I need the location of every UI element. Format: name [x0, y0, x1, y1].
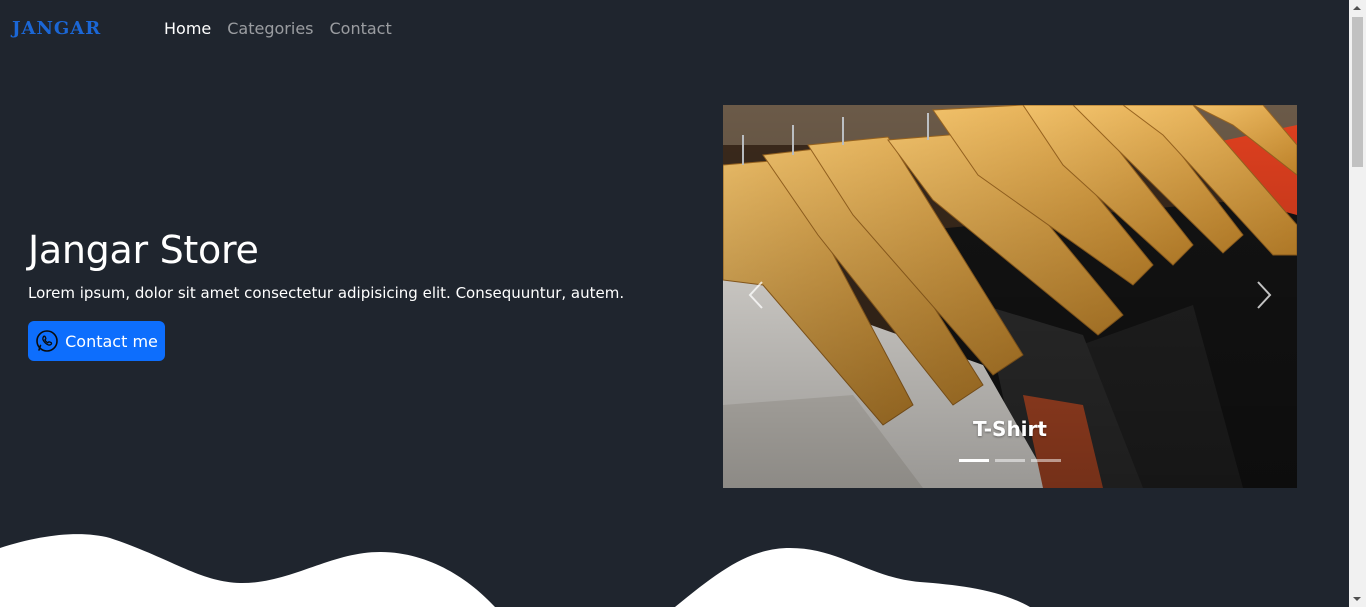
carousel-caption: T-Shirt [973, 417, 1047, 441]
carousel-indicator-3[interactable] [1031, 459, 1061, 462]
carousel: T-Shirt [723, 105, 1297, 488]
contact-me-label: Contact me [65, 331, 158, 351]
brand-logo[interactable]: JANGAR [12, 18, 101, 39]
scrollbar[interactable] [1349, 0, 1366, 607]
chevron-right-icon [1257, 281, 1272, 309]
nav-link-categories[interactable]: Categories [227, 19, 313, 38]
hero-title: Jangar Store [28, 228, 259, 272]
hero-description: Lorem ipsum, dolor sit amet consectetur … [28, 284, 625, 302]
scroll-down-icon[interactable] [1353, 597, 1361, 601]
contact-me-button[interactable]: Contact me [28, 321, 165, 361]
nav-link-home[interactable]: Home [164, 19, 211, 38]
carousel-indicators [959, 459, 1061, 462]
carousel-indicator-1[interactable] [959, 459, 989, 462]
carousel-indicator-2[interactable] [995, 459, 1025, 462]
navbar: JANGAR Home Categories Contact [0, 0, 1349, 60]
nav-links: Home Categories Contact [164, 19, 392, 38]
whatsapp-icon [36, 330, 58, 352]
scroll-up-icon[interactable] [1353, 6, 1361, 10]
carousel-next-button[interactable] [1239, 270, 1289, 320]
nav-link-contact[interactable]: Contact [330, 19, 392, 38]
scrollbar-thumb[interactable] [1352, 17, 1363, 167]
carousel-prev-button[interactable] [731, 270, 781, 320]
chevron-left-icon [748, 281, 763, 309]
wave-divider [0, 534, 1030, 607]
